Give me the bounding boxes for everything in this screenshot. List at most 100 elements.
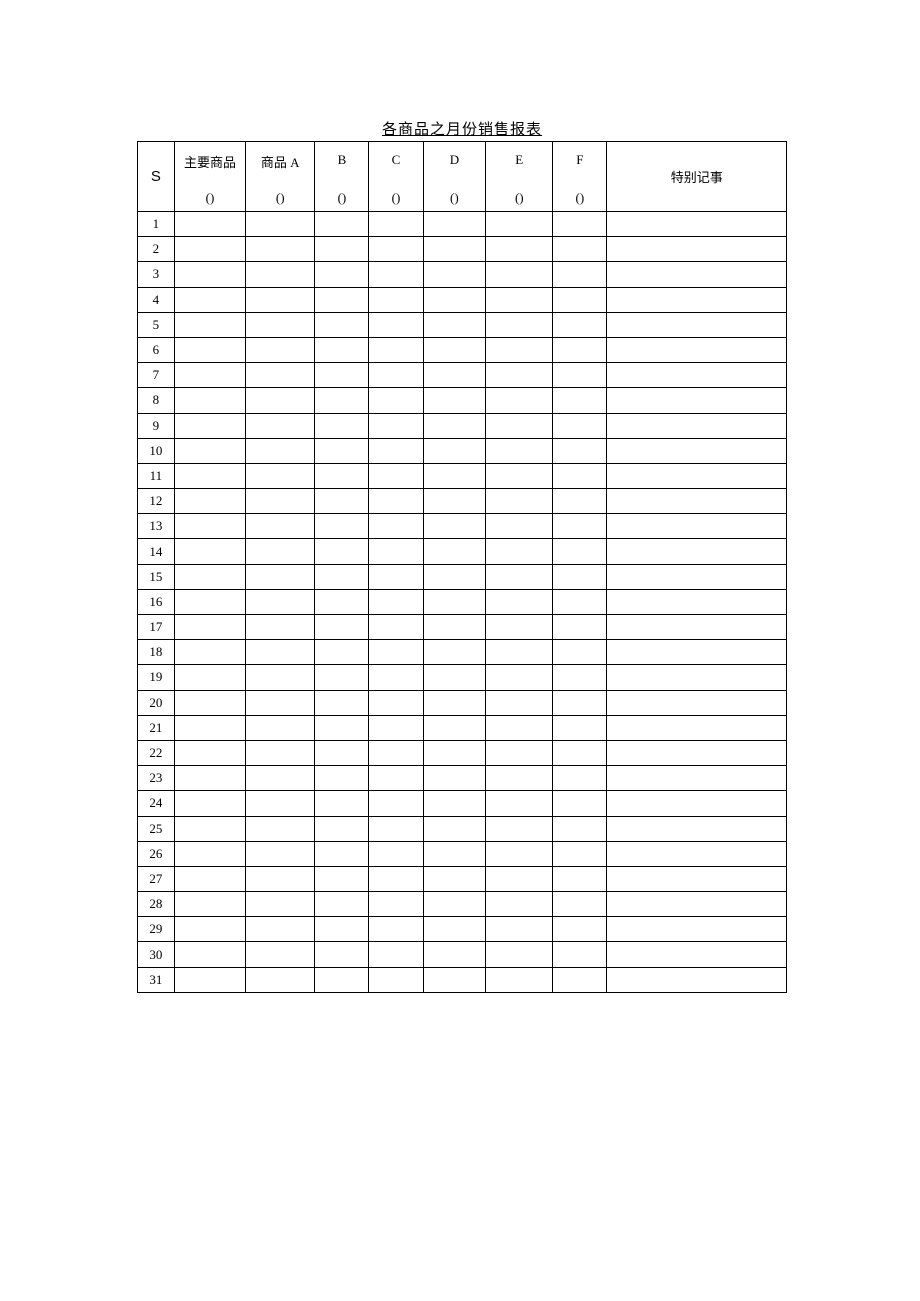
cell	[486, 866, 553, 891]
cell	[423, 312, 486, 337]
cell	[174, 564, 245, 589]
cell	[246, 363, 315, 388]
cell	[486, 917, 553, 942]
cell	[607, 589, 787, 614]
cell	[315, 287, 369, 312]
cell	[174, 816, 245, 841]
cell	[174, 388, 245, 413]
row-number: 24	[138, 791, 175, 816]
cell	[369, 640, 423, 665]
cell	[369, 287, 423, 312]
cell	[174, 690, 245, 715]
cell	[423, 463, 486, 488]
table-row: 1	[138, 212, 787, 237]
cell	[369, 942, 423, 967]
cell	[369, 388, 423, 413]
cell	[369, 438, 423, 463]
report-title: 各商品之月份销售报表	[137, 118, 787, 139]
cell	[486, 892, 553, 917]
cell	[369, 715, 423, 740]
cell	[486, 841, 553, 866]
cell	[423, 489, 486, 514]
cell	[369, 841, 423, 866]
cell	[486, 287, 553, 312]
cell	[607, 564, 787, 589]
cell	[553, 967, 607, 992]
table-row: 22	[138, 740, 787, 765]
report-container: 各商品之月份销售报表 S 主要商品 商品 A B C D E F 特别记事	[137, 118, 787, 993]
cell	[174, 866, 245, 891]
cell	[607, 438, 787, 463]
cell	[423, 665, 486, 690]
cell	[315, 841, 369, 866]
cell	[369, 866, 423, 891]
cell	[423, 388, 486, 413]
cell	[553, 287, 607, 312]
cell	[486, 967, 553, 992]
cell	[486, 942, 553, 967]
cell	[553, 816, 607, 841]
cell	[246, 892, 315, 917]
cell	[369, 262, 423, 287]
cell	[174, 615, 245, 640]
cell	[246, 413, 315, 438]
header-paren-c: ()	[369, 186, 423, 212]
cell	[553, 690, 607, 715]
cell	[423, 942, 486, 967]
cell	[174, 287, 245, 312]
table-row: 9	[138, 413, 787, 438]
row-number: 26	[138, 841, 175, 866]
cell	[246, 690, 315, 715]
cell	[607, 615, 787, 640]
cell	[607, 337, 787, 362]
row-number: 2	[138, 237, 175, 262]
cell	[553, 892, 607, 917]
table-row: 13	[138, 514, 787, 539]
cell	[246, 438, 315, 463]
cell	[174, 791, 245, 816]
cell	[486, 312, 553, 337]
cell	[369, 892, 423, 917]
cell	[369, 967, 423, 992]
cell	[486, 337, 553, 362]
cell	[423, 640, 486, 665]
cell	[174, 892, 245, 917]
cell	[486, 363, 553, 388]
cell	[486, 212, 553, 237]
cell	[553, 589, 607, 614]
header-paren-a: ()	[246, 186, 315, 212]
cell	[553, 942, 607, 967]
cell	[486, 791, 553, 816]
cell	[246, 262, 315, 287]
cell	[174, 715, 245, 740]
cell	[607, 212, 787, 237]
cell	[607, 237, 787, 262]
cell	[315, 388, 369, 413]
table-row: 16	[138, 589, 787, 614]
cell	[423, 841, 486, 866]
cell	[607, 463, 787, 488]
header-paren-main: ()	[174, 186, 245, 212]
cell	[315, 413, 369, 438]
cell	[315, 917, 369, 942]
cell	[423, 564, 486, 589]
cell	[423, 212, 486, 237]
table-row: 11	[138, 463, 787, 488]
cell	[553, 463, 607, 488]
table-row: 19	[138, 665, 787, 690]
header-product-d: D	[423, 142, 486, 186]
cell	[423, 917, 486, 942]
header-paren-b: ()	[315, 186, 369, 212]
table-header: S 主要商品 商品 A B C D E F 特别记事 () () () () (…	[138, 142, 787, 212]
cell	[369, 589, 423, 614]
header-notes: 特别记事	[607, 142, 787, 212]
cell	[486, 816, 553, 841]
table-row: 6	[138, 337, 787, 362]
cell	[246, 489, 315, 514]
cell	[174, 489, 245, 514]
row-number: 11	[138, 463, 175, 488]
cell	[246, 740, 315, 765]
cell	[553, 438, 607, 463]
cell	[315, 640, 369, 665]
cell	[369, 337, 423, 362]
